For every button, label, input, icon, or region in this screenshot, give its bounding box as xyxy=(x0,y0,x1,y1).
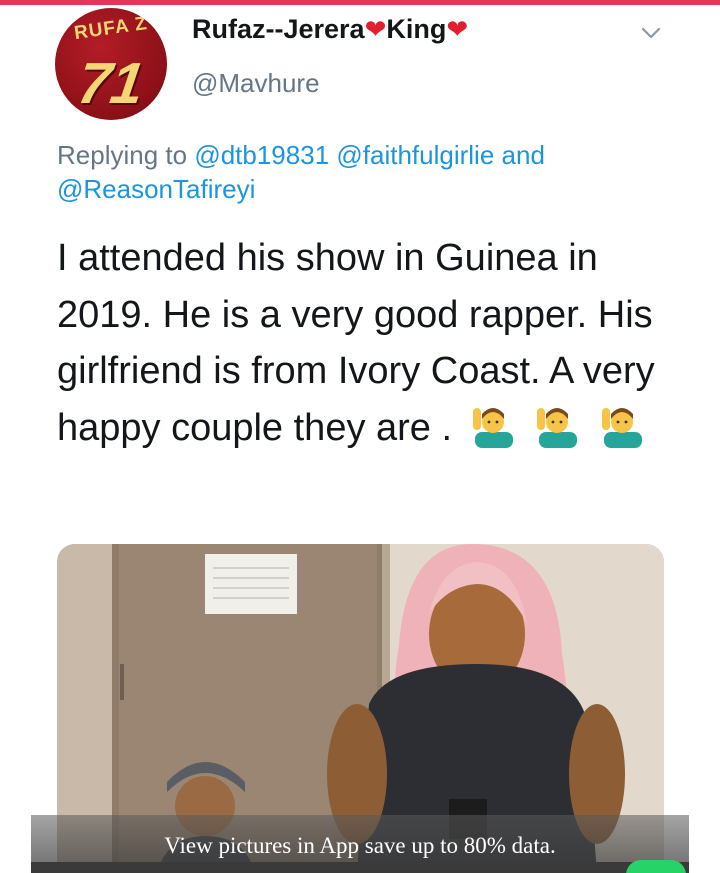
avatar-text-top: RUFA Z xyxy=(72,12,149,45)
display-name[interactable]: Rufaz--Jerera❤King❤ xyxy=(192,14,468,45)
reply-context: Replying to @dtb19831 @faithfulgirlie an… xyxy=(57,138,677,206)
person-raising-hand-icon xyxy=(601,407,642,448)
person-raising-hand-icon xyxy=(472,407,513,448)
top-accent-strip xyxy=(0,0,720,5)
tweet-body: I attended his show in Guinea in 2019. H… xyxy=(57,230,667,456)
avatar[interactable]: RUFA Z 71 xyxy=(55,8,167,120)
display-name-part2: King xyxy=(386,14,447,44)
user-handle[interactable]: @Mavhure xyxy=(192,68,320,99)
bottom-bar xyxy=(31,862,689,873)
avatar-text-number: 71 xyxy=(74,51,148,116)
reply-prefix: Replying to xyxy=(57,140,188,170)
floating-action-icon[interactable] xyxy=(626,860,686,873)
mention-link[interactable]: @faithfulgirlie xyxy=(336,140,494,170)
mention-link[interactable]: @dtb19831 xyxy=(194,140,329,170)
display-name-part1: Rufaz--Jerera xyxy=(192,14,365,44)
banner-text: View pictures in App save up to 80% data… xyxy=(164,833,556,858)
reply-conjunction: and xyxy=(501,140,545,170)
chevron-down-icon[interactable] xyxy=(638,20,664,46)
mention-link[interactable]: @ReasonTafireyi xyxy=(57,174,255,204)
heart-icon: ❤ xyxy=(446,14,469,44)
person-raising-hand-icon xyxy=(537,407,578,448)
heart-icon: ❤ xyxy=(364,14,387,44)
